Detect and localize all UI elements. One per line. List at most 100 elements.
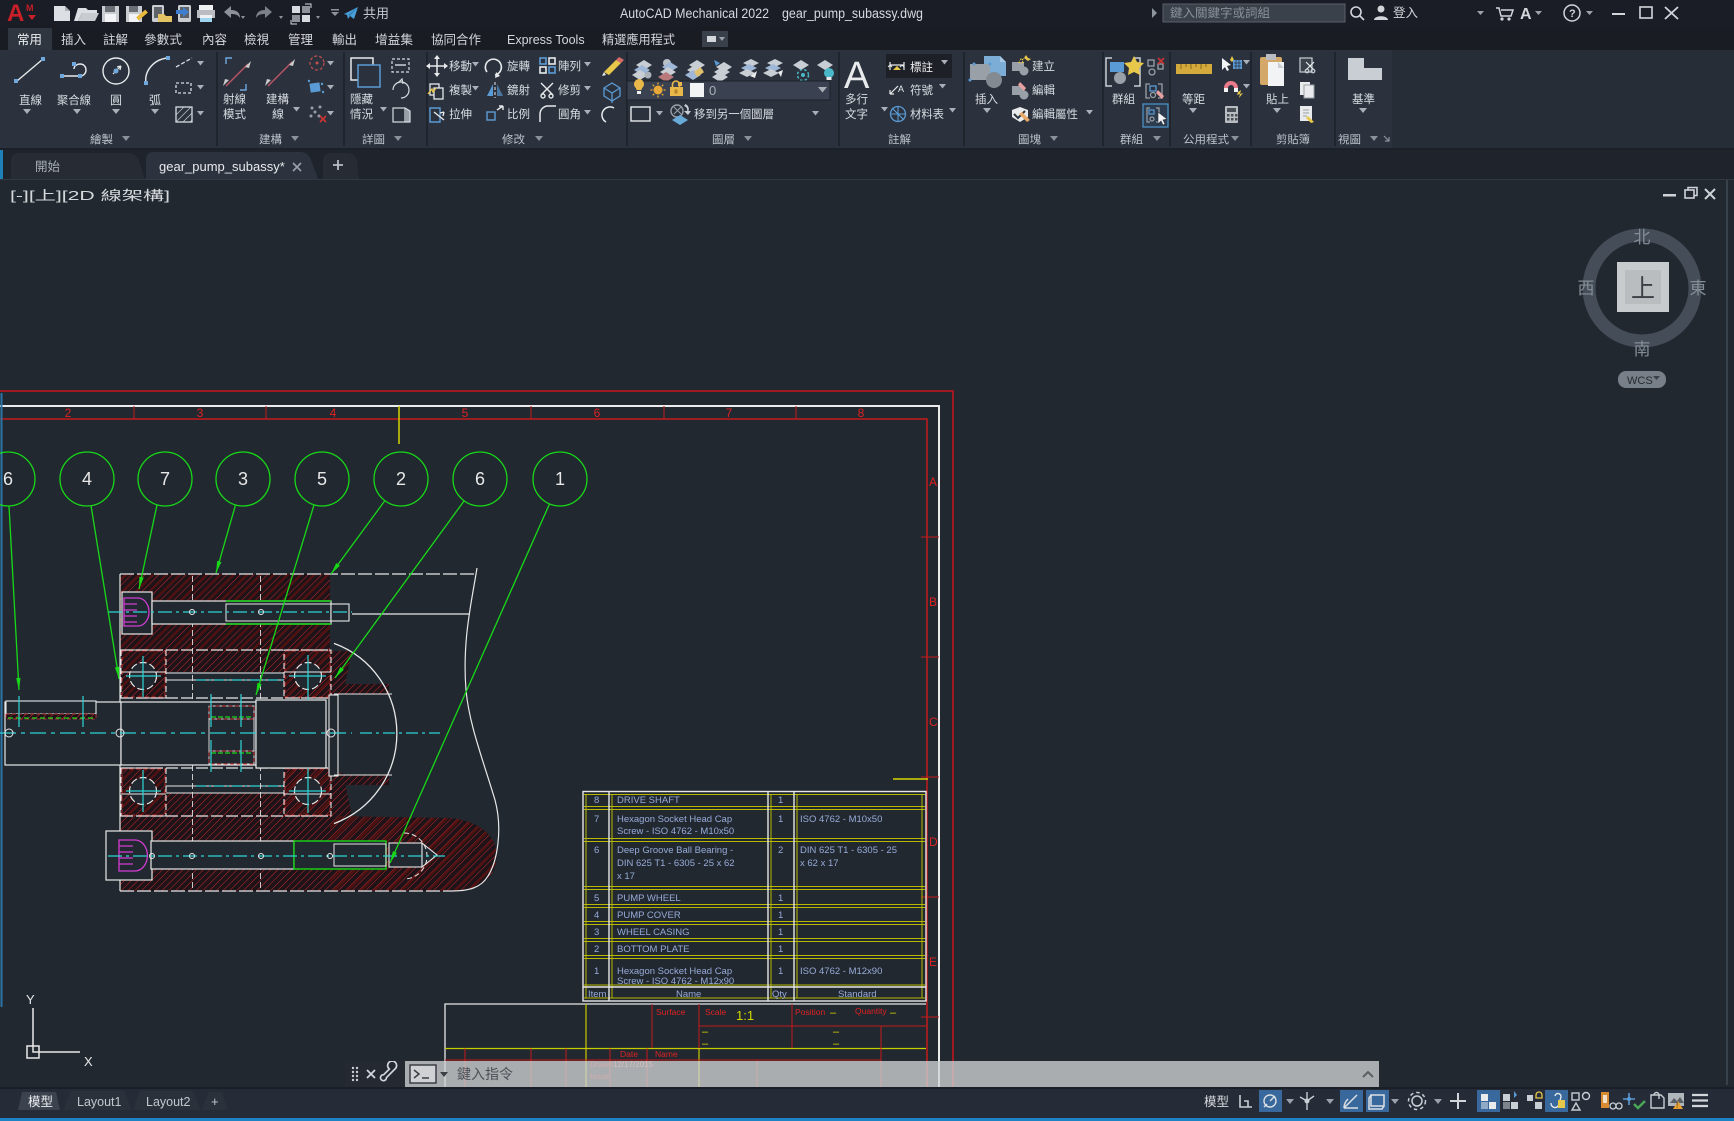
svg-text:!: ! [1676, 1101, 1678, 1110]
svg-text:多行: 多行 [845, 92, 868, 106]
svg-text:2: 2 [778, 845, 783, 856]
svg-text:檢視: 檢視 [244, 32, 269, 47]
svg-text:3: 3 [238, 469, 248, 489]
svg-text:2: 2 [396, 469, 406, 489]
svg-text:精選應用程式: 精選應用程式 [602, 32, 675, 47]
svg-text:Screw - ISO 4762 - M10x50: Screw - ISO 4762 - M10x50 [617, 826, 734, 837]
svg-text:?: ? [1569, 8, 1576, 20]
svg-text:Name: Name [676, 989, 701, 1000]
svg-text:–: – [890, 1007, 897, 1019]
svg-text:6: 6 [594, 406, 601, 420]
svg-text:複製: 複製 [449, 83, 472, 97]
svg-text:1: 1 [778, 893, 783, 904]
svg-text:–: – [702, 1038, 709, 1050]
svg-text:陣列: 陣列 [558, 59, 581, 73]
svg-text:Y: Y [26, 992, 35, 1007]
svg-text:D: D [929, 835, 938, 849]
svg-text:1: 1 [778, 944, 783, 955]
svg-text:模型: 模型 [1204, 1095, 1229, 1109]
svg-text:Standard: Standard [838, 989, 877, 1000]
svg-text:–: – [833, 1026, 840, 1038]
svg-text:東: 東 [1690, 279, 1707, 298]
svg-text:WCS: WCS [1627, 375, 1653, 387]
svg-text:8: 8 [594, 795, 599, 806]
svg-text:1: 1 [778, 795, 783, 806]
svg-text:C: C [929, 715, 938, 729]
svg-text:DIN 625 T1 - 6305 - 25: DIN 625 T1 - 6305 - 25 [800, 845, 897, 856]
svg-text:AutoCAD Mechanical 2022: AutoCAD Mechanical 2022 [620, 6, 769, 21]
svg-text:M: M [26, 3, 34, 13]
svg-text:參數式: 參數式 [144, 32, 182, 47]
svg-text:群組: 群組 [1112, 92, 1135, 106]
svg-text:直線: 直線 [19, 93, 42, 107]
svg-text:Position: Position [795, 1007, 826, 1017]
svg-text:gear_pump_subassy*: gear_pump_subassy* [159, 159, 285, 174]
svg-text:符號: 符號 [910, 83, 933, 97]
svg-text:圓角: 圓角 [558, 108, 581, 121]
svg-text:圖層: 圖層 [712, 133, 735, 146]
svg-text:ISO 4762 - M12x90: ISO 4762 - M12x90 [800, 966, 882, 977]
svg-text:Scale: Scale [705, 1007, 727, 1017]
svg-text:編輯屬性: 編輯屬性 [1032, 107, 1078, 121]
svg-text:4: 4 [330, 406, 337, 420]
svg-text:插入: 插入 [61, 33, 86, 47]
svg-text:增益集: 增益集 [375, 32, 413, 47]
svg-text:情況: 情況 [350, 107, 373, 121]
svg-text:協同合作: 協同合作 [431, 32, 481, 47]
svg-text:ISO 4762 - M10x50: ISO 4762 - M10x50 [800, 814, 882, 825]
svg-text:內容: 內容 [202, 32, 227, 47]
svg-text:PUMP WHEEL: PUMP WHEEL [617, 893, 681, 904]
svg-text:x 17: x 17 [617, 871, 635, 882]
svg-text:編輯: 編輯 [1032, 83, 1055, 97]
svg-text:鏡射: 鏡射 [507, 83, 530, 97]
svg-text:隱藏: 隱藏 [350, 92, 373, 106]
svg-text:6: 6 [3, 469, 13, 489]
svg-text:PUMP COVER: PUMP COVER [617, 910, 681, 921]
svg-text:修改: 修改 [502, 132, 525, 146]
svg-text:BOTTOM PLATE: BOTTOM PLATE [617, 944, 690, 955]
svg-text:Screw - ISO 4762 - M12x90: Screw - ISO 4762 - M12x90 [617, 976, 734, 987]
svg-text:移動: 移動 [449, 59, 472, 73]
svg-text:上: 上 [1631, 275, 1655, 303]
svg-text:開始: 開始 [35, 160, 60, 174]
svg-text:4: 4 [82, 469, 92, 489]
svg-text:Layout2: Layout2 [146, 1095, 191, 1109]
svg-text:弧: 弧 [149, 93, 162, 107]
svg-text:Express Tools: Express Tools [507, 33, 585, 47]
svg-text:南: 南 [1634, 340, 1651, 359]
svg-text:鍵入指令: 鍵入指令 [457, 1066, 513, 1082]
svg-text:登入: 登入 [1393, 5, 1418, 20]
svg-text:模式: 模式 [223, 108, 246, 121]
svg-text:7: 7 [160, 469, 170, 489]
svg-text:X: X [84, 1054, 93, 1069]
svg-text:西: 西 [1578, 279, 1595, 298]
svg-text:文字: 文字 [845, 107, 868, 121]
svg-text:B: B [929, 595, 937, 609]
svg-text:E: E [929, 955, 937, 969]
svg-text:公用程式: 公用程式 [1183, 133, 1229, 146]
svg-text:聚合線: 聚合線 [57, 93, 91, 107]
svg-text:1: 1 [778, 927, 783, 938]
svg-text:拉伸: 拉伸 [449, 107, 472, 121]
svg-text:5: 5 [317, 469, 327, 489]
svg-text:5: 5 [594, 893, 599, 904]
svg-text:Surface: Surface [656, 1007, 686, 1017]
svg-text:–: – [702, 1026, 709, 1038]
svg-text:剪貼簿: 剪貼簿 [1276, 132, 1310, 146]
svg-text:群組: 群組 [1120, 132, 1143, 146]
svg-text:–: – [830, 1007, 837, 1019]
svg-text:DRIVE SHAFT: DRIVE SHAFT [617, 795, 680, 806]
svg-text:Quantity: Quantity [855, 1006, 887, 1016]
svg-text:Date: Date [620, 1049, 638, 1059]
svg-text:1: 1 [778, 910, 783, 921]
svg-text:常用: 常用 [17, 33, 42, 47]
svg-text:4: 4 [594, 910, 599, 921]
svg-text:射線: 射線 [223, 92, 246, 106]
svg-text:修剪: 修剪 [558, 83, 581, 97]
svg-text:A: A [1520, 6, 1532, 23]
svg-text:A: A [898, 84, 904, 94]
svg-text:3: 3 [197, 406, 204, 420]
svg-text:DIN 625 T1 - 6305 - 25 x 62: DIN 625 T1 - 6305 - 25 x 62 [617, 858, 735, 869]
svg-text:1: 1 [594, 966, 599, 977]
svg-text:詳圖: 詳圖 [362, 132, 385, 146]
